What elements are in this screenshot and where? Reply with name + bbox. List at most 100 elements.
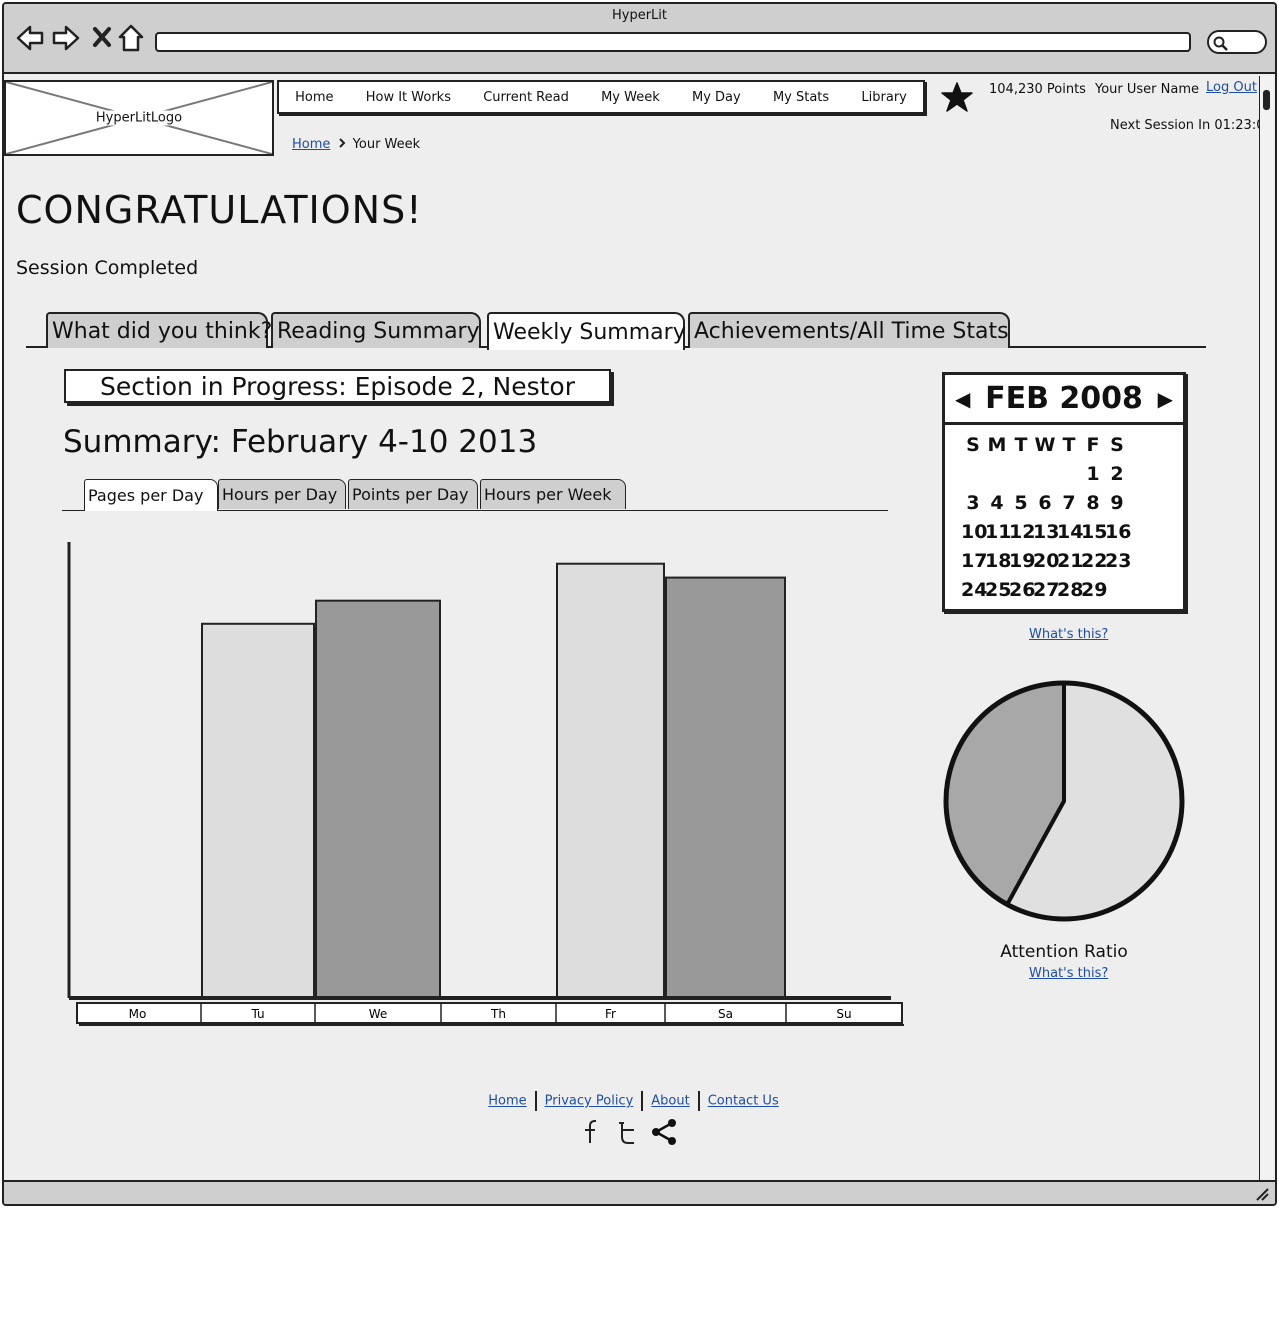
breadcrumb-current: Your Week <box>352 137 421 152</box>
user-name: Your User Name <box>1095 82 1199 97</box>
calendar-day[interactable]: 28 <box>1057 576 1083 605</box>
calendar-day[interactable]: 15 <box>1081 518 1107 547</box>
stop-icon[interactable] <box>92 26 112 52</box>
nav-item-my-day[interactable]: My Day <box>692 90 741 105</box>
nav-item-current-read[interactable]: Current Read <box>483 90 569 105</box>
calendar-day[interactable]: 6 <box>1033 489 1057 518</box>
section-in-progress: Section in Progress: Episode 2, Nestor <box>64 369 611 403</box>
calendar-week-row: 3456789 <box>961 489 1167 518</box>
prev-month-icon[interactable]: ◀ <box>955 387 970 411</box>
tab-points-per-day[interactable]: Points per Day <box>348 479 478 509</box>
calendar-day[interactable]: 18 <box>985 547 1011 576</box>
tab-hours-per-week[interactable]: Hours per Week <box>480 479 626 509</box>
resize-grip-icon[interactable] <box>1255 1187 1269 1201</box>
attention-ratio-label: Attention Ratio <box>1000 942 1128 962</box>
category-label-su: Su <box>836 1007 851 1021</box>
browser-titlebar: HyperLit <box>4 4 1275 74</box>
calendar-grid: S M T W T F S 1 2 3 4 5 6 7 8 9 10 11 12 13 14 15 16 17 18 19 20 21… <box>945 425 1183 611</box>
calendar-day <box>985 460 1009 489</box>
next-month-icon[interactable]: ▶ <box>1158 387 1173 411</box>
scrollbar-thumb[interactable] <box>1263 90 1270 110</box>
calendar-widget: ◀ FEB 2008 ▶ S M T W T F S 1 2 3 4 5 6 7 8 9 10 11 12 13 14 1… <box>942 372 1186 612</box>
nav-item-my-week[interactable]: My Week <box>601 90 660 105</box>
calendar-day[interactable]: 13 <box>1033 518 1059 547</box>
logo-label: HyperLitLogo <box>93 110 185 126</box>
calendar-day[interactable]: 21 <box>1057 547 1083 576</box>
twitter-icon[interactable] <box>619 1122 634 1144</box>
calendar-day[interactable]: 12 <box>1009 518 1035 547</box>
forward-icon[interactable] <box>52 24 80 56</box>
calendar-day[interactable]: 16 <box>1105 518 1131 547</box>
footer-privacy-link[interactable]: Privacy Policy <box>545 1094 634 1109</box>
footer-divider <box>534 1091 537 1111</box>
calendar-day[interactable]: 27 <box>1033 576 1059 605</box>
facebook-icon[interactable] <box>585 1120 596 1143</box>
calendar-whats-this-link[interactable]: What's this? <box>1029 627 1108 642</box>
calendar-weekday: T <box>1014 434 1028 456</box>
nav-item-my-stats[interactable]: My Stats <box>773 90 829 105</box>
calendar-day[interactable]: 20 <box>1033 547 1059 576</box>
footer-home-link[interactable]: Home <box>488 1094 526 1109</box>
calendar-day[interactable]: 22 <box>1081 547 1107 576</box>
calendar-day[interactable]: 24 <box>961 576 987 605</box>
category-label-mo: Mo <box>129 1007 147 1021</box>
chart-tabs: Pages per Day Hours per Day Points per D… <box>62 477 888 511</box>
calendar-day <box>1009 460 1033 489</box>
session-status: Session Completed <box>16 257 199 279</box>
calendar-day <box>961 460 985 489</box>
calendar-day <box>1033 460 1057 489</box>
nav-item-home[interactable]: Home <box>295 90 333 105</box>
tab-reading-summary[interactable]: Reading Summary <box>271 312 481 348</box>
calendar-weekday: M <box>987 434 1007 456</box>
calendar-day[interactable]: 23 <box>1105 547 1131 576</box>
calendar-day[interactable]: 10 <box>961 518 987 547</box>
vertical-scrollbar[interactable] <box>1259 76 1273 1184</box>
calendar-day[interactable]: 25 <box>985 576 1011 605</box>
calendar-week-row: 12 <box>961 460 1167 489</box>
nav-item-how-it-works[interactable]: How It Works <box>366 90 451 105</box>
calendar-day[interactable]: 17 <box>961 547 987 576</box>
calendar-day[interactable]: 7 <box>1057 489 1081 518</box>
tab-pages-per-day[interactable]: Pages per Day <box>84 479 218 511</box>
browser-search-field[interactable] <box>1207 30 1267 54</box>
calendar-day[interactable]: 8 <box>1081 489 1105 518</box>
pie-whats-this-link[interactable]: What's this? <box>1029 966 1108 981</box>
main-tabs: What did you think? Reading Summary Week… <box>26 308 1206 350</box>
calendar-day[interactable]: 11 <box>985 518 1011 547</box>
tab-hours-per-day[interactable]: Hours per Day <box>218 479 346 509</box>
calendar-day[interactable]: 14 <box>1057 518 1083 547</box>
calendar-day[interactable]: 4 <box>985 489 1009 518</box>
calendar-day[interactable]: 9 <box>1105 489 1129 518</box>
nav-item-library[interactable]: Library <box>861 90 906 105</box>
back-icon[interactable] <box>16 24 44 56</box>
footer-contact-link[interactable]: Contact Us <box>708 1094 779 1109</box>
category-label-th: Th <box>490 1007 506 1021</box>
calendar-day[interactable]: 29 <box>1081 576 1107 605</box>
calendar-day[interactable]: 1 <box>1081 460 1105 489</box>
calendar-weekday: T <box>1062 434 1076 456</box>
calendar-day[interactable]: 5 <box>1009 489 1033 518</box>
logo-placeholder[interactable]: HyperLitLogo <box>4 80 274 156</box>
url-input[interactable] <box>155 32 1191 52</box>
tab-achievements[interactable]: Achievements/All Time Stats <box>688 312 1010 348</box>
home-icon[interactable] <box>118 24 144 56</box>
footer-links: Home Privacy Policy About Contact Us <box>4 1091 1263 1111</box>
browser-window: HyperLit HyperLitLogo Home How It Works … <box>2 2 1277 1206</box>
star-icon <box>940 81 974 117</box>
breadcrumb-home-link[interactable]: Home <box>292 137 330 152</box>
category-label-we: We <box>369 1007 388 1021</box>
page-title: CONGRATULATIONS! <box>16 188 423 232</box>
logout-link[interactable]: Log Out <box>1206 80 1257 95</box>
bar-fr <box>556 562 665 999</box>
tab-weekly-summary[interactable]: Weekly Summary <box>487 312 686 350</box>
calendar-day[interactable]: 2 <box>1105 460 1129 489</box>
tab-what-did-you-think[interactable]: What did you think? <box>46 312 272 348</box>
summary-title: Summary: February 4-10 2013 <box>63 424 538 460</box>
calendar-day[interactable]: 3 <box>961 489 985 518</box>
calendar-day[interactable]: 26 <box>1009 576 1035 605</box>
calendar-weekday: F <box>1086 434 1100 456</box>
footer-about-link[interactable]: About <box>651 1094 689 1109</box>
calendar-day[interactable]: 19 <box>1009 547 1035 576</box>
window-title: HyperLit <box>611 8 667 23</box>
share-icon[interactable] <box>652 1119 676 1145</box>
